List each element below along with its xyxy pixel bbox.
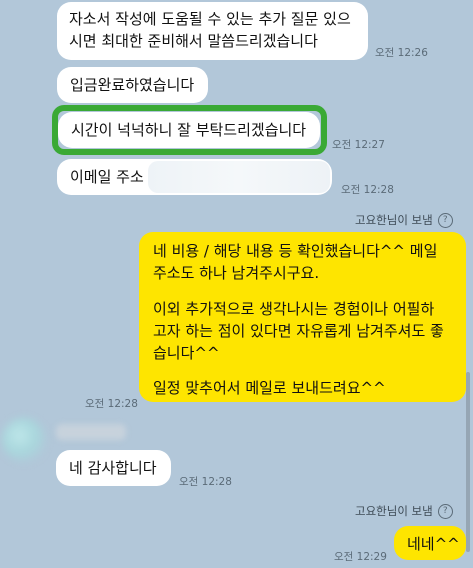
redacted-sender-name	[56, 424, 126, 440]
avatar[interactable]	[2, 418, 46, 462]
incoming-message-bubble[interactable]: 네 감사합니다	[56, 450, 171, 486]
message-line: 자소서 작성에 도움될 수 있는 추가 질문 있으	[69, 10, 351, 28]
incoming-message-bubble[interactable]: 입금완료하였습니다	[57, 67, 208, 103]
message-text: 시간이 넉넉하니 잘 부탁드리겠습니다	[71, 121, 307, 139]
message-text: 네네^^	[407, 535, 460, 553]
incoming-message-bubble[interactable]: 시간이 넉넉하니 잘 부탁드리겠습니다	[58, 112, 320, 148]
message-line: 시면 최대한 준비해서 말씀드리겠습니다	[69, 32, 318, 50]
message-timestamp: 오전 12:26	[375, 47, 428, 59]
outgoing-message-bubble[interactable]: 네네^^	[394, 526, 466, 560]
message-line: 주소도 하나 남겨주시구요.	[153, 264, 320, 282]
sent-by-label: 고요한님이 보냄?	[355, 212, 453, 228]
incoming-message-bubble[interactable]: 자소서 작성에 도움될 수 있는 추가 질문 있으 시면 최대한 준비해서 말씀…	[57, 2, 368, 60]
message-line: 네 비용 / 해당 내용 등 확인했습니다^^ 메일	[153, 242, 438, 260]
message-timestamp: 오전 12:29	[334, 551, 387, 563]
sent-by-label: 고요한님이 보냄?	[355, 503, 453, 519]
message-text: 이메일 주소	[70, 168, 144, 186]
message-text: 네 감사합니다	[69, 459, 157, 477]
message-timestamp: 오전 12:28	[179, 476, 232, 488]
message-line: 이외 추가적으로 생각나시는 경험이나 어필하	[153, 300, 435, 318]
message-line: 습니다^^	[153, 344, 220, 362]
message-timestamp: 오전 12:28	[341, 184, 394, 196]
message-timestamp: 오전 12:28	[85, 398, 138, 410]
outgoing-message-bubble[interactable]: 네 비용 / 해당 내용 등 확인했습니다^^ 메일 주소도 하나 남겨주시구요…	[139, 232, 466, 402]
redacted-email	[148, 161, 330, 193]
message-timestamp: 오전 12:27	[332, 139, 385, 151]
message-text: 입금완료하였습니다	[70, 76, 195, 94]
scrollbar[interactable]	[466, 372, 470, 552]
message-line: 일정 맞추어서 메일로 보내드려요^^	[153, 379, 386, 397]
help-icon[interactable]: ?	[437, 213, 453, 228]
message-line: 고자 하는 점이 있다면 자유롭게 남겨주셔도 좋	[153, 322, 444, 340]
help-icon[interactable]: ?	[437, 504, 453, 519]
